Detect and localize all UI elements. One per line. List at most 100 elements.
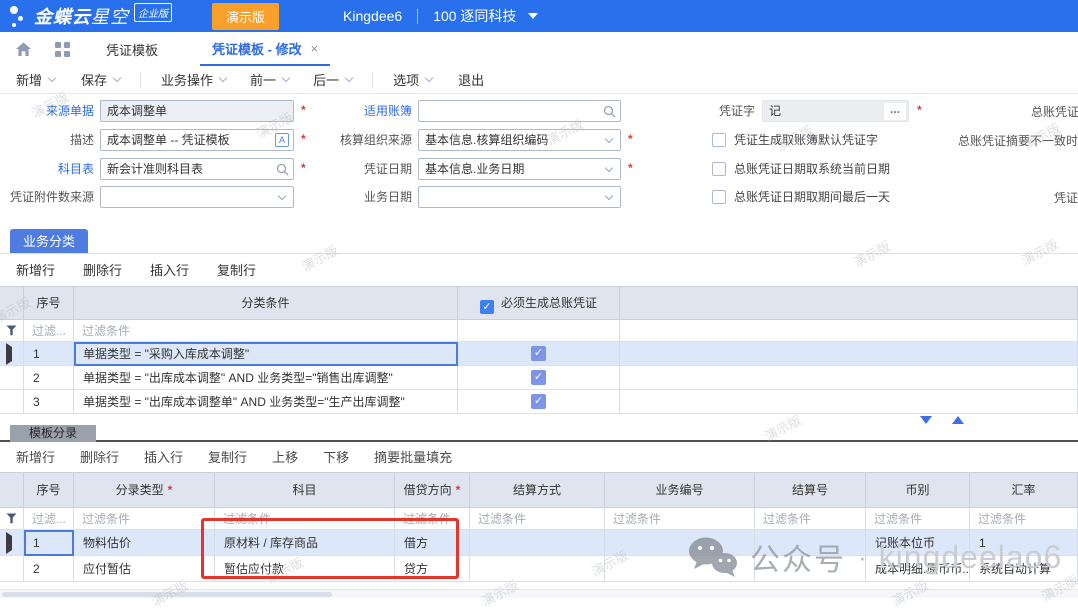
filter-cell[interactable]: 过滤条件 [395, 508, 470, 530]
account-table-field[interactable]: 新会计准则科目表 [100, 158, 294, 180]
move-up-button[interactable]: 上移 [272, 447, 298, 466]
organization-label[interactable]: 100 逐同科技 [433, 6, 516, 26]
cell-rate[interactable]: 1 [970, 530, 1078, 556]
add-row-button[interactable]: 新增行 [16, 447, 55, 466]
filter-cell-must-generate[interactable] [458, 320, 620, 342]
applicable-book-field[interactable] [418, 100, 621, 122]
search-icon[interactable] [603, 105, 616, 118]
copy-row-button[interactable]: 复制行 [217, 260, 256, 279]
cell-entry-type[interactable]: 应付暂估 [74, 556, 215, 582]
horizontal-scrollbar[interactable] [0, 589, 1078, 598]
cell-currency[interactable]: 记账本位币 [866, 530, 970, 556]
cell-seq[interactable]: 3 [24, 390, 74, 414]
cell-seq[interactable]: 2 [24, 366, 74, 390]
move-down-button[interactable]: 下移 [323, 447, 349, 466]
add-row-button[interactable]: 新增行 [16, 260, 55, 279]
column-header-seq[interactable]: 序号 [24, 287, 74, 320]
filter-cell[interactable]: 过滤条件 [470, 508, 605, 530]
filter-funnel-icon[interactable] [0, 320, 24, 342]
cell-rate[interactable]: 系统自动计算 [970, 556, 1078, 582]
search-icon[interactable] [276, 163, 289, 176]
attachment-count-select[interactable] [100, 186, 294, 208]
filter-cell-seq[interactable]: 过滤... [24, 320, 74, 342]
column-header-seq[interactable]: 序号 [24, 473, 74, 508]
checked-checkbox-icon[interactable] [531, 370, 546, 385]
save-button[interactable]: 保存 [81, 70, 120, 89]
cell-seq[interactable]: 1 [24, 342, 74, 366]
checkbox-gl-date-system-current[interactable]: 总账凭证日期取系统当前日期 [712, 160, 890, 177]
cell-settle-no[interactable] [755, 530, 866, 556]
column-header-account[interactable]: 科目 [215, 473, 395, 508]
delete-row-button[interactable]: 删除行 [83, 260, 122, 279]
checked-checkbox-icon[interactable] [480, 300, 494, 314]
filter-cell[interactable]: 过滤条件 [605, 508, 755, 530]
tab-voucher-template-edit[interactable]: 凭证模板 - 修改 × [200, 32, 330, 66]
column-header-biz-no[interactable]: 业务编号 [605, 473, 755, 508]
cell-biz-no[interactable] [605, 556, 755, 582]
account-table-label[interactable]: 科目表 [0, 158, 94, 180]
column-header-settle-method[interactable]: 结算方式 [470, 473, 605, 508]
accounting-org-source-select[interactable]: 基本信息.核算组织编码 [418, 129, 621, 151]
more-options-button[interactable]: ... [884, 103, 906, 120]
voucher-word-field[interactable]: 记... [762, 100, 909, 122]
home-icon[interactable] [15, 42, 32, 57]
filter-cell[interactable]: 过滤条件 [970, 508, 1078, 530]
cell-account[interactable]: 暂估应付款 [215, 556, 395, 582]
cell-must-generate[interactable] [458, 342, 620, 366]
cell-direction[interactable]: 贷方 [395, 556, 470, 582]
insert-row-button[interactable]: 插入行 [150, 260, 189, 279]
options-button[interactable]: 选项 [393, 70, 432, 89]
tab-voucher-template-list[interactable]: 凭证模板 [106, 40, 158, 59]
cell-currency[interactable]: 成本明细.原币币... [866, 556, 970, 582]
filter-funnel-icon[interactable] [0, 508, 24, 530]
cell-must-generate[interactable] [458, 390, 620, 414]
voucher-date-select[interactable]: 基本信息.业务日期 [418, 158, 621, 180]
new-button[interactable]: 新增 [16, 70, 55, 89]
cell-condition[interactable]: 单据类型 = "采购入库成本调整" [74, 342, 458, 366]
cell-direction[interactable]: 借方 [395, 530, 470, 556]
applicable-book-label[interactable]: 适用账簿 [296, 100, 412, 122]
cell-settle-method[interactable] [470, 556, 605, 582]
previous-button[interactable]: 前一 [250, 70, 289, 89]
cell-seq[interactable]: 1 [24, 530, 74, 556]
insert-row-button[interactable]: 插入行 [144, 447, 183, 466]
column-header-entry-type[interactable]: 分录类型* [74, 473, 215, 508]
cell-entry-type[interactable]: 物料估价 [74, 530, 215, 556]
cell-must-generate[interactable] [458, 366, 620, 390]
description-field[interactable]: 成本调整单 -- 凭证模板A [100, 129, 294, 151]
cell-seq[interactable]: 2 [24, 556, 74, 582]
checked-checkbox-icon[interactable] [531, 346, 546, 361]
checkbox-default-voucher-word[interactable]: 凭证生成取账簿默认凭证字 [712, 131, 878, 148]
text-edit-icon[interactable]: A [275, 133, 289, 147]
exit-button[interactable]: 退出 [458, 70, 484, 89]
business-date-select[interactable] [418, 186, 621, 208]
column-header-direction[interactable]: 借贷方向* [395, 473, 470, 508]
tab-business-classification[interactable]: 业务分类 [10, 229, 88, 254]
filter-cell[interactable]: 过滤条件 [215, 508, 395, 530]
org-dropdown-caret-icon[interactable] [528, 13, 538, 19]
column-header-settle-no[interactable]: 结算号 [755, 473, 866, 508]
move-up-icon[interactable] [952, 416, 964, 424]
close-tab-icon[interactable]: × [311, 41, 319, 56]
filter-cell[interactable]: 过滤条件 [866, 508, 970, 530]
column-header-currency[interactable]: 币别 [866, 473, 970, 508]
entries-row-2[interactable]: 2 应付暂估 暂估应付款 贷方 成本明细.原币币... 系统自动计算 [0, 556, 1078, 582]
cell-condition[interactable]: 单据类型 = "出库成本调整单" AND 业务类型="生产出库调整" [74, 390, 458, 414]
cell-settle-method[interactable] [470, 530, 605, 556]
demo-version-button[interactable]: 演示版 [212, 3, 279, 30]
cell-biz-no[interactable] [605, 530, 755, 556]
username-label[interactable]: Kingdee6 [343, 8, 402, 24]
classification-row-3[interactable]: 3 单据类型 = "出库成本调整单" AND 业务类型="生产出库调整" [0, 390, 1078, 414]
cell-condition[interactable]: 单据类型 = "出库成本调整" AND 业务类型="销售出库调整" [74, 366, 458, 390]
cell-settle-no[interactable] [755, 556, 866, 582]
delete-row-button[interactable]: 删除行 [80, 447, 119, 466]
filter-cell[interactable]: 过滤条件 [755, 508, 866, 530]
next-button[interactable]: 后一 [313, 70, 352, 89]
entries-row-1[interactable]: 1 物料估价 原材料 / 库存商品 借方 记账本位币 1 [0, 530, 1078, 556]
batch-fill-summary-button[interactable]: 摘要批量填充 [374, 447, 452, 466]
cell-account[interactable]: 原材料 / 库存商品 [215, 530, 395, 556]
filter-cell-condition[interactable]: 过滤条件 [74, 320, 458, 342]
source-bill-label[interactable]: 来源单据 [0, 100, 94, 122]
classification-row-1[interactable]: 1 单据类型 = "采购入库成本调整" [0, 342, 1078, 366]
checked-checkbox-icon[interactable] [531, 394, 546, 409]
